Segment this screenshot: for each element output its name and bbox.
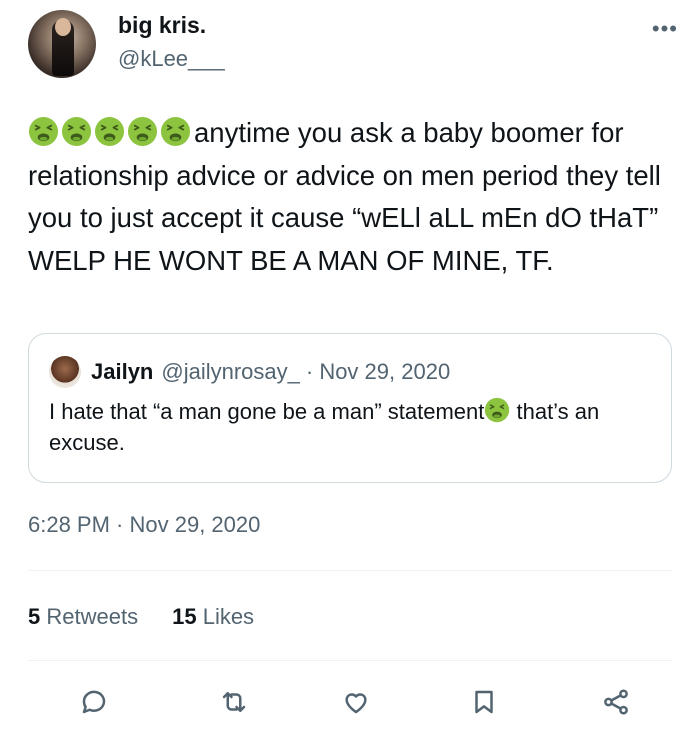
tweet-text: anytime you ask a baby boomer for relati… <box>28 112 678 282</box>
divider <box>28 660 672 661</box>
retweet-icon[interactable] <box>212 680 256 724</box>
quoted-author-handle: @jailynrosay_ <box>161 359 300 384</box>
tweet-stats: 5 Retweets 15 Likes <box>28 604 254 630</box>
tweet-header: big kris. @kLee___ ••• <box>28 10 688 82</box>
author-name[interactable]: big kris. <box>118 12 206 39</box>
retweets-label: Retweets <box>46 604 139 629</box>
nauseated-face-icon <box>61 116 92 147</box>
retweets-count: 5 <box>28 604 41 629</box>
likes-label: Likes <box>202 604 255 629</box>
share-icon[interactable] <box>594 680 638 724</box>
likes-count: 15 <box>172 604 197 629</box>
nauseated-face-icon <box>28 116 59 147</box>
author-handle[interactable]: @kLee___ <box>118 46 225 72</box>
author-avatar[interactable] <box>28 10 96 78</box>
more-options-icon[interactable]: ••• <box>652 16 678 42</box>
quoted-author-avatar <box>49 356 81 388</box>
quoted-tweet-text: I hate that “a man gone be a man” statem… <box>49 396 649 458</box>
tweet-timestamp[interactable]: 6:28 PM · Nov 29, 2020 <box>28 512 260 538</box>
nauseated-face-icon <box>484 397 510 423</box>
emoji-group <box>28 116 191 147</box>
like-icon[interactable] <box>334 680 378 724</box>
reply-icon[interactable] <box>72 680 116 724</box>
action-bar <box>28 680 672 724</box>
retweets-stat[interactable]: 5 Retweets <box>28 604 138 630</box>
quoted-tweet-header: Jailyn @jailynrosay_ · Nov 29, 2020 <box>49 356 450 388</box>
quoted-tweet-card[interactable]: Jailyn @jailynrosay_ · Nov 29, 2020 I ha… <box>28 333 672 483</box>
nauseated-face-icon <box>127 116 158 147</box>
quoted-author-name: Jailyn <box>91 359 154 384</box>
bookmark-icon[interactable] <box>462 680 506 724</box>
nauseated-face-icon <box>94 116 125 147</box>
quoted-text-part-1: I hate that “a man gone be a man” statem… <box>49 399 485 424</box>
likes-stat[interactable]: 15 Likes <box>172 604 254 630</box>
quoted-tweet-date: · Nov 29, 2020 <box>305 359 451 384</box>
divider <box>28 570 672 571</box>
nauseated-face-icon <box>160 116 191 147</box>
